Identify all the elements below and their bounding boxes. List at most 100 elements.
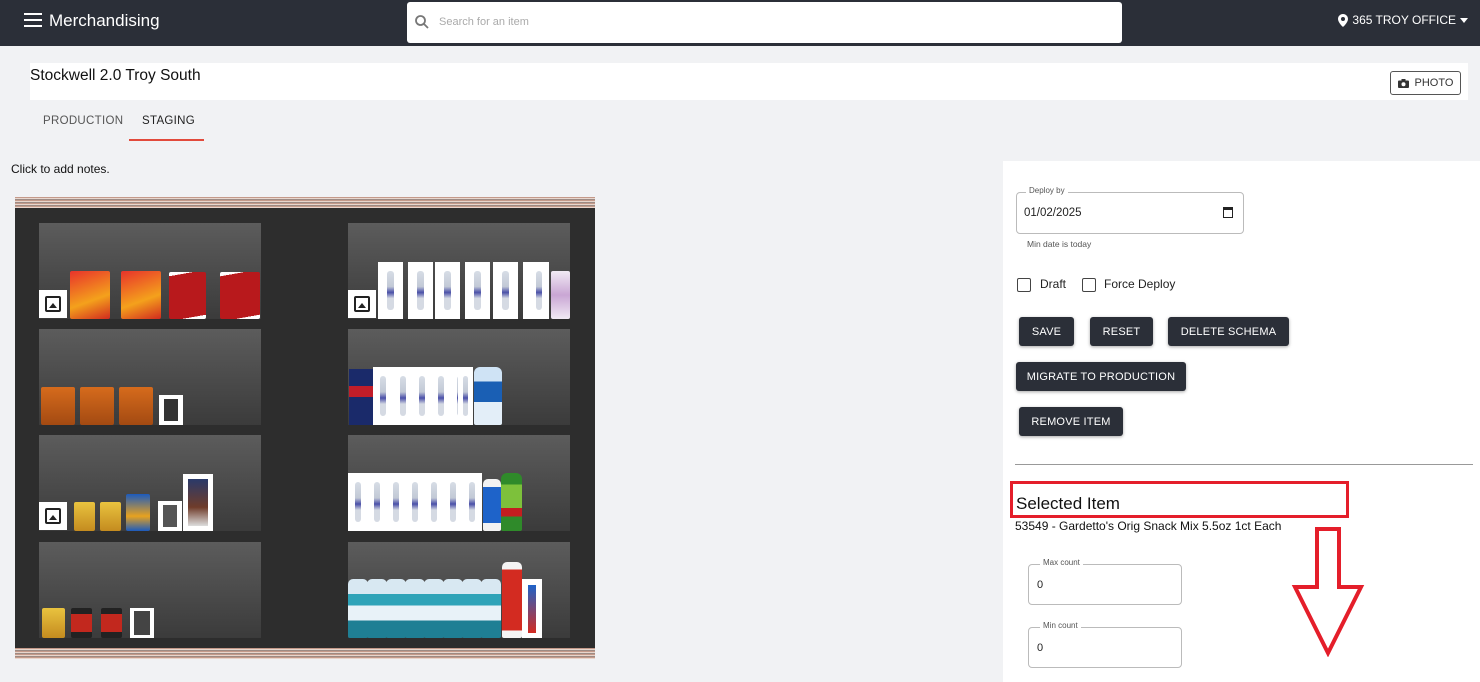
product-smart-water[interactable]: [348, 579, 368, 638]
product-pepsi[interactable]: [349, 369, 373, 425]
product-water[interactable]: [405, 473, 425, 531]
panel-divider: [1015, 464, 1473, 465]
delete-schema-button[interactable]: DELETE SCHEMA: [1168, 317, 1289, 346]
product-gatorade[interactable]: [483, 479, 501, 531]
min-count-field[interactable]: Min count 0: [1028, 621, 1182, 668]
active-tab-indicator: [129, 139, 204, 141]
highlight-box: [1010, 481, 1349, 518]
shelf-right-1[interactable]: [348, 223, 570, 319]
planogram-cooler: [15, 197, 595, 659]
product-water[interactable]: [348, 473, 368, 531]
calendar-icon[interactable]: [1223, 207, 1233, 218]
min-count-value: 0: [1037, 642, 1044, 654]
product-water[interactable]: [458, 367, 473, 425]
migrate-to-production-button[interactable]: MIGRATE TO PRODUCTION: [1016, 362, 1186, 391]
deploy-helper-text: Min date is today: [1027, 239, 1092, 249]
product-smart-water[interactable]: [481, 579, 501, 638]
product-water[interactable]: [435, 262, 460, 319]
product-la-croix[interactable]: [551, 271, 570, 319]
product-smart-water[interactable]: [386, 579, 406, 638]
product-water[interactable]: [465, 262, 490, 319]
tab-production[interactable]: PRODUCTION: [43, 115, 123, 127]
product-snack[interactable]: [159, 395, 183, 425]
product-fritos[interactable]: [80, 387, 114, 425]
search-bar[interactable]: [407, 2, 1122, 43]
product-haribo[interactable]: [42, 608, 65, 638]
deploy-by-field[interactable]: Deploy by 01/02/2025: [1016, 186, 1244, 234]
search-input[interactable]: [439, 10, 1099, 34]
min-count-label: Min count: [1040, 621, 1081, 630]
shelf-left-1[interactable]: [39, 223, 261, 319]
deploy-by-value: 01/02/2025: [1024, 207, 1082, 219]
product-bugles[interactable]: [70, 271, 110, 319]
product-haribo[interactable]: [74, 502, 95, 531]
product-water[interactable]: [373, 367, 393, 425]
save-button[interactable]: SAVE: [1019, 317, 1074, 346]
product-fritos[interactable]: [41, 387, 75, 425]
product-water[interactable]: [493, 262, 518, 319]
shelf-right-4[interactable]: [348, 542, 570, 638]
product-water[interactable]: [367, 473, 387, 531]
product-water[interactable]: [408, 262, 433, 319]
page-title: Stockwell 2.0 Troy South: [30, 67, 201, 84]
product-jerky[interactable]: [71, 608, 92, 638]
product-water[interactable]: [462, 473, 482, 531]
product-smart-water[interactable]: [462, 579, 482, 638]
product-aquafina[interactable]: [474, 367, 502, 425]
max-count-field[interactable]: Max count 0: [1028, 558, 1182, 605]
photo-button[interactable]: PHOTO: [1390, 71, 1461, 95]
shelf-left-2[interactable]: [39, 329, 261, 425]
shelf-right-3[interactable]: [348, 435, 570, 531]
product-chips[interactable]: [126, 494, 150, 531]
product-smart-water[interactable]: [367, 579, 387, 638]
schema-side-panel: Deploy by 01/02/2025 Min date is today D…: [1003, 161, 1480, 682]
top-app-bar: Merchandising 365 TROY OFFICE: [0, 0, 1480, 46]
force-deploy-label: Force Deploy: [1104, 277, 1176, 291]
product-smart-water[interactable]: [424, 579, 444, 638]
product-snack[interactable]: [130, 608, 154, 638]
shelf-right-2[interactable]: [348, 329, 570, 425]
product-jerky[interactable]: [101, 608, 122, 638]
product-haribo[interactable]: [100, 502, 121, 531]
draft-checkbox[interactable]: [1017, 278, 1031, 292]
tab-staging[interactable]: STAGING: [142, 115, 195, 127]
add-image-icon[interactable]: [348, 290, 376, 318]
product-doritos[interactable]: [220, 272, 260, 319]
max-count-value: 0: [1037, 579, 1044, 591]
product-doritos[interactable]: [169, 272, 206, 319]
product-gatorade[interactable]: [522, 579, 542, 638]
max-count-label: Max count: [1040, 558, 1083, 567]
product-fritos[interactable]: [119, 387, 153, 425]
product-bugles[interactable]: [121, 271, 161, 319]
notes-prompt[interactable]: Click to add notes.: [11, 162, 110, 176]
down-arrow-annotation: [1291, 527, 1365, 657]
header-card: Stockwell 2.0 Troy South PHOTO: [30, 63, 1468, 100]
product-water[interactable]: [431, 367, 451, 425]
product-jerky[interactable]: [183, 474, 213, 531]
product-water[interactable]: [378, 262, 403, 319]
location-selector[interactable]: 365 TROY OFFICE: [1338, 13, 1468, 27]
product-snack[interactable]: [158, 501, 182, 531]
cooler-top-trim: [15, 197, 595, 208]
shelf-left-4[interactable]: [39, 542, 261, 638]
product-gatorade[interactable]: [502, 562, 522, 638]
reset-button[interactable]: RESET: [1090, 317, 1153, 346]
product-water[interactable]: [386, 473, 406, 531]
product-water[interactable]: [424, 473, 444, 531]
product-water[interactable]: [393, 367, 413, 425]
shelf-left-3[interactable]: [39, 435, 261, 531]
force-deploy-checkbox[interactable]: [1082, 278, 1096, 292]
location-pin-icon: [1338, 13, 1349, 27]
product-water[interactable]: [529, 262, 549, 319]
remove-item-button[interactable]: REMOVE ITEM: [1019, 407, 1123, 436]
add-image-icon[interactable]: [39, 290, 67, 318]
draft-label: Draft: [1040, 277, 1067, 291]
product-smart-water[interactable]: [443, 579, 463, 638]
product-smart-water[interactable]: [405, 579, 425, 638]
add-image-icon[interactable]: [39, 502, 67, 530]
menu-icon[interactable]: [24, 13, 42, 29]
product-water[interactable]: [412, 367, 432, 425]
product-mountain-dew[interactable]: [501, 473, 522, 531]
product-water[interactable]: [443, 473, 463, 531]
deploy-by-label: Deploy by: [1026, 186, 1068, 195]
